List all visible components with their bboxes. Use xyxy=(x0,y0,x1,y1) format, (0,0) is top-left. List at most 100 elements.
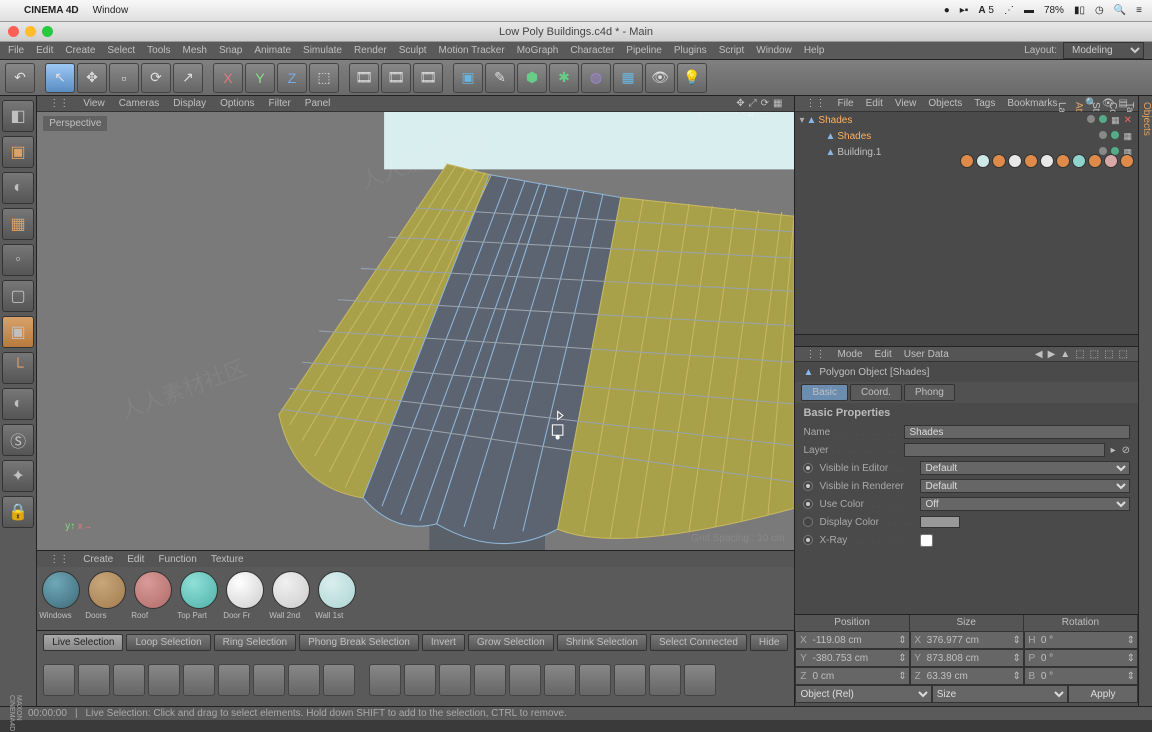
vp-nav4-icon[interactable]: ▦ xyxy=(773,98,782,109)
sel-loop-selection[interactable]: Loop Selection xyxy=(126,634,210,651)
environment-icon[interactable]: ▦ xyxy=(613,63,643,93)
attr-grip-icon[interactable]: ⋮⋮ xyxy=(805,349,825,360)
mat-grip-icon[interactable]: ⋮⋮ xyxy=(49,554,69,565)
menu-render[interactable]: Render xyxy=(354,45,387,56)
sel-shrink-selection[interactable]: Shrink Selection xyxy=(557,634,647,651)
tool-icon-18[interactable] xyxy=(649,664,681,696)
undo-icon[interactable]: ↶ xyxy=(5,63,35,93)
tree-row[interactable]: ▲Shades▦ xyxy=(795,128,1138,144)
vp-menu-filter[interactable]: Filter xyxy=(269,98,291,109)
prop-uc-radio[interactable] xyxy=(803,499,813,509)
sel-select-connected[interactable]: Select Connected xyxy=(650,634,747,651)
coord-size-field[interactable]: Y873.808 cm⇕ xyxy=(910,649,1024,667)
mat-menu-texture[interactable]: Texture xyxy=(211,554,244,565)
tool-icon-6[interactable] xyxy=(218,664,250,696)
polygon-mode-icon[interactable]: ▣ xyxy=(2,316,34,348)
tool-icon-17[interactable] xyxy=(614,664,646,696)
vp-grip-icon[interactable]: ⋮⋮ xyxy=(49,98,69,109)
mat-tag[interactable] xyxy=(1056,154,1070,168)
vp-menu-options[interactable]: Options xyxy=(220,98,254,109)
mat-menu-create[interactable]: Create xyxy=(83,554,113,565)
live-select-icon[interactable]: ↖ xyxy=(45,63,75,93)
menu-window[interactable]: Window xyxy=(756,45,792,56)
sidetab-objects[interactable]: Objects xyxy=(1141,102,1152,706)
prop-visr-radio[interactable] xyxy=(803,481,813,491)
axis-x-icon[interactable]: X xyxy=(213,63,243,93)
viewport[interactable]: Perspective Grid Spacing : 10 cm y↑ x→ 人… xyxy=(37,112,794,550)
menu-character[interactable]: Character xyxy=(570,45,614,56)
model-mode-icon[interactable]: ▣ xyxy=(2,136,34,168)
menu-mesh[interactable]: Mesh xyxy=(183,45,207,56)
vp-menu-cameras[interactable]: Cameras xyxy=(119,98,160,109)
sel-phong-break-selection[interactable]: Phong Break Selection xyxy=(299,634,419,651)
menu-edit[interactable]: Edit xyxy=(36,45,53,56)
mat-tag[interactable] xyxy=(976,154,990,168)
coord-pos-field[interactable]: Z0 cm⇕ xyxy=(795,667,909,685)
battery-icon[interactable]: ▮▯ xyxy=(1074,5,1085,16)
material-slot[interactable]: Wall 1st xyxy=(315,569,359,628)
clock-icon[interactable]: ◷ xyxy=(1095,5,1104,16)
tool-icon-9[interactable] xyxy=(323,664,355,696)
menu-motiontracker[interactable]: Motion Tracker xyxy=(439,45,505,56)
window-close[interactable] xyxy=(8,26,19,37)
tree-row[interactable]: ▾▲Shades▦✕ xyxy=(795,112,1138,128)
menu-help[interactable]: Help xyxy=(804,45,825,56)
vp-nav1-icon[interactable]: ✥ xyxy=(736,98,744,109)
coord-size-field[interactable]: X376.977 cm⇕ xyxy=(910,631,1024,649)
window-maximize[interactable] xyxy=(42,26,53,37)
mat-tag[interactable] xyxy=(1008,154,1022,168)
mat-tag[interactable] xyxy=(1120,154,1134,168)
tool-icon-13[interactable] xyxy=(474,664,506,696)
status-sidebar-icon[interactable]: MAXON CINEMA4D xyxy=(8,695,22,731)
menu-simulate[interactable]: Simulate xyxy=(303,45,342,56)
coord-object-select[interactable]: Object (Rel) xyxy=(795,685,931,703)
pen-icon[interactable]: ✎ xyxy=(485,63,515,93)
camera-icon[interactable]: 👁 xyxy=(645,63,675,93)
mat-menu-function[interactable]: Function xyxy=(158,554,196,565)
vp-nav3-icon[interactable]: ⟳ xyxy=(761,98,769,109)
material-slot[interactable]: Top Part xyxy=(177,569,221,628)
render-picture-icon[interactable]: 🎞 xyxy=(349,63,379,93)
tab-phong[interactable]: Phong xyxy=(904,384,955,401)
attr-menu-edit[interactable]: Edit xyxy=(875,349,892,360)
coord-size-field[interactable]: Z63.39 cm⇕ xyxy=(910,667,1024,685)
light-icon[interactable]: 💡 xyxy=(677,63,707,93)
window-minimize[interactable] xyxy=(25,26,36,37)
lastused-icon[interactable]: ↗ xyxy=(173,63,203,93)
axis-mode-icon[interactable]: └ xyxy=(2,352,34,384)
vp-nav2-icon[interactable]: ⤢ xyxy=(749,98,757,109)
tweak-icon[interactable]: ◐ xyxy=(2,388,34,420)
tab-coord[interactable]: Coord. xyxy=(850,384,902,401)
attr-menu-userdata[interactable]: User Data xyxy=(904,349,949,360)
material-slot[interactable]: Door Fr xyxy=(223,569,267,628)
prop-xray-radio[interactable] xyxy=(803,535,813,545)
sel-ring-selection[interactable]: Ring Selection xyxy=(214,634,296,651)
tool-icon-2[interactable] xyxy=(78,664,110,696)
axis-z-icon[interactable]: Z xyxy=(277,63,307,93)
layout-select[interactable]: Modeling xyxy=(1063,42,1144,59)
mat-tag[interactable] xyxy=(1040,154,1054,168)
menu-icon[interactable]: ≡ xyxy=(1136,5,1142,16)
sel-live-selection[interactable]: Live Selection xyxy=(43,634,123,651)
edge-mode-icon[interactable]: ▢ xyxy=(2,280,34,312)
texture-mode-icon[interactable]: ◐ xyxy=(2,172,34,204)
om-menu-tags[interactable]: Tags xyxy=(974,98,995,109)
snap-enable-icon[interactable]: Ⓢ xyxy=(2,424,34,456)
workplane2-icon[interactable]: ✦ xyxy=(2,460,34,492)
tool-icon-4[interactable] xyxy=(148,664,180,696)
menu-sculpt[interactable]: Sculpt xyxy=(399,45,427,56)
generator-icon[interactable]: ✱ xyxy=(549,63,579,93)
coord-size-select[interactable]: Size xyxy=(932,685,1068,703)
objtree-scrollbar[interactable] xyxy=(795,334,1138,346)
sel-hide[interactable]: Hide xyxy=(750,634,789,651)
workplane-icon[interactable]: ▦ xyxy=(2,208,34,240)
tool-icon-16[interactable] xyxy=(579,664,611,696)
sel-grow-selection[interactable]: Grow Selection xyxy=(468,634,554,651)
vp-menu-view[interactable]: View xyxy=(83,98,105,109)
menu-plugins[interactable]: Plugins xyxy=(674,45,707,56)
coord-sys-icon[interactable]: ⬚ xyxy=(309,63,339,93)
attr-menu-mode[interactable]: Mode xyxy=(837,349,862,360)
wifi-icon[interactable]: ⋰ xyxy=(1004,5,1014,16)
tool-icon-15[interactable] xyxy=(544,664,576,696)
tool-icon-7[interactable] xyxy=(253,664,285,696)
